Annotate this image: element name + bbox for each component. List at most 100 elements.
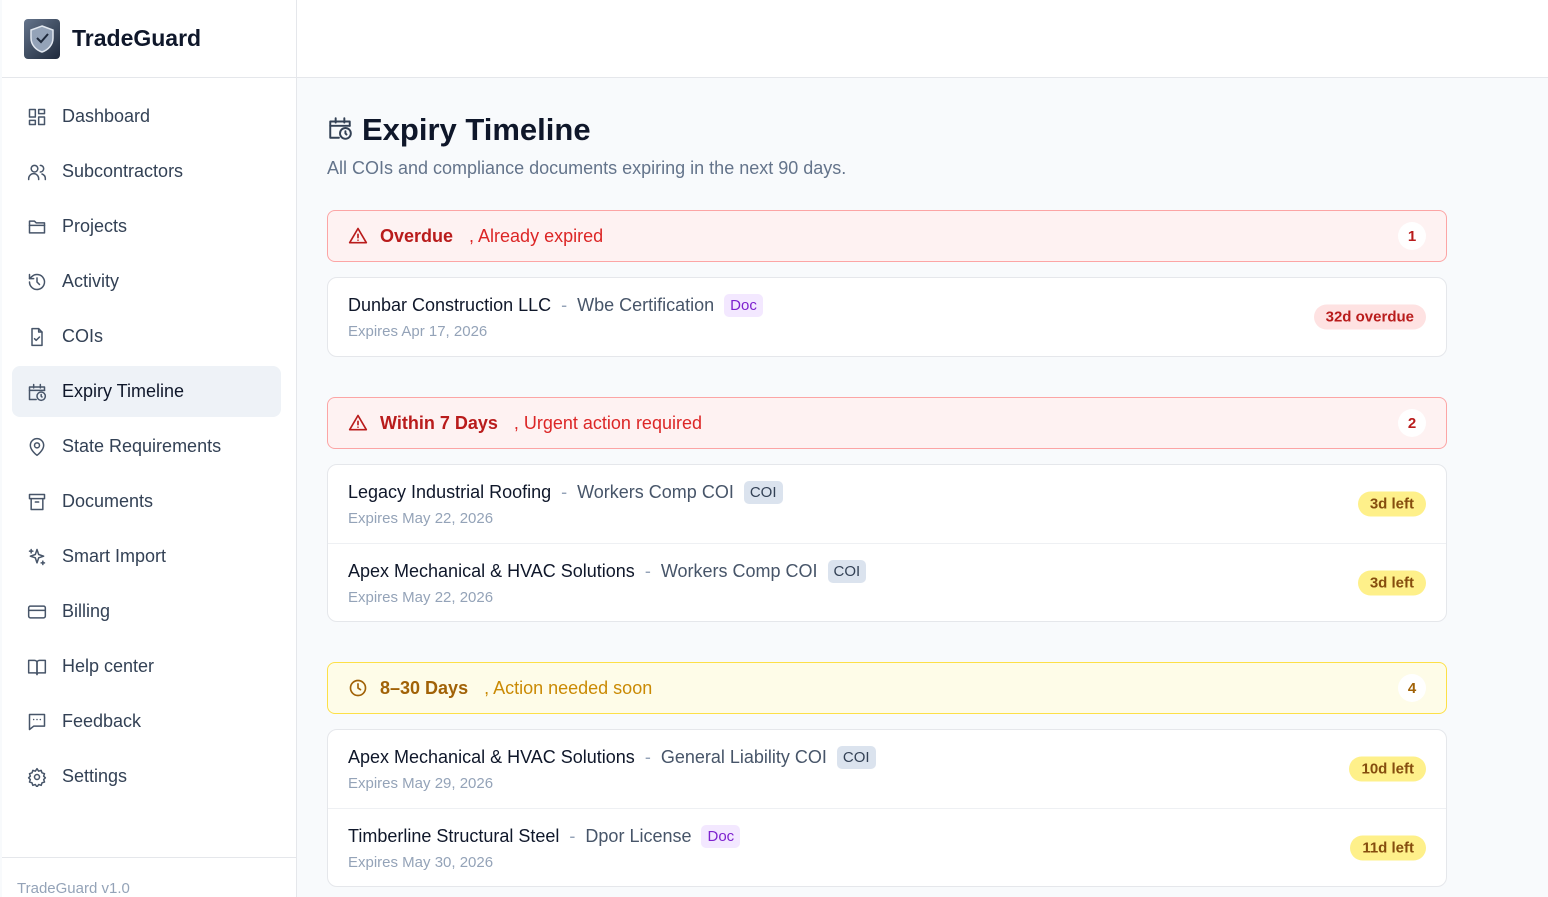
expiry-date: Expires May 22, 2026: [348, 510, 494, 527]
sidebar-item-projects[interactable]: Projects: [12, 201, 281, 252]
group-subtitle: , Action needed soon: [484, 677, 653, 698]
sidebar-item-label: Expiry Timeline: [62, 381, 185, 401]
expiry-date: Expires May 30, 2026: [348, 854, 494, 871]
group-card: Apex Mechanical & HVAC Solutions - Gener…: [327, 729, 1447, 887]
sidebar-item-documents[interactable]: Documents: [12, 476, 281, 527]
type-badge: COI: [743, 481, 783, 504]
sidebar-item-label: Subcontractors: [62, 161, 184, 181]
sidebar-item-label: Settings: [62, 766, 128, 786]
expiry-date: Expires Apr 17, 2026: [348, 323, 488, 340]
sidebar-item-dashboard[interactable]: Dashboard: [12, 91, 281, 142]
group-within-7-days: Within 7 Days , Urgent action required 2…: [327, 397, 1447, 622]
type-badge: COI: [836, 746, 876, 769]
list-item[interactable]: Legacy Industrial Roofing - Workers Comp…: [328, 465, 1446, 543]
sidebar-item-label: Dashboard: [62, 106, 151, 126]
sidebar-item-smart-import[interactable]: Smart Import: [12, 531, 281, 582]
sidebar-item-label: Feedback: [62, 711, 142, 731]
group-8-30-days: 8–30 Days , Action needed soon 4 Apex Me…: [327, 662, 1447, 887]
list-item[interactable]: Timberline Structural Steel - Dpor Licen…: [328, 808, 1446, 886]
group-header[interactable]: Within 7 Days , Urgent action required 2: [327, 397, 1447, 449]
subcontractor-name: Dunbar Construction LLC: [348, 295, 552, 315]
group-overdue: Overdue , Already expired 1 Dunbar Const…: [327, 210, 1447, 357]
sidebar-item-help-center[interactable]: Help center: [12, 641, 281, 692]
group-count: 2: [1398, 409, 1426, 437]
group-header[interactable]: 8–30 Days , Action needed soon 4: [327, 662, 1447, 714]
brand-name: TradeGuard: [72, 25, 202, 51]
group-subtitle: , Urgent action required: [513, 412, 702, 433]
group-card: Legacy Industrial Roofing - Workers Comp…: [327, 464, 1447, 622]
separator: -: [569, 826, 576, 846]
expiry-date: Expires May 29, 2026: [348, 775, 494, 792]
sidebar-item-expiry-timeline[interactable]: Expiry Timeline: [12, 366, 281, 417]
app-version: TradeGuard v1.0: [2, 857, 296, 897]
subcontractor-name: Apex Mechanical & HVAC Solutions: [348, 561, 635, 581]
group-card: Dunbar Construction LLC - Wbe Certificat…: [327, 277, 1447, 357]
document-name: Wbe Certification: [577, 295, 715, 315]
separator: -: [561, 295, 568, 315]
page-title: Expiry Timeline: [362, 112, 591, 147]
message-icon: [26, 711, 48, 733]
list-item[interactable]: Apex Mechanical & HVAC Solutions - Worke…: [328, 543, 1446, 621]
type-badge: Doc: [701, 825, 741, 848]
users-icon: [26, 161, 48, 183]
brand[interactable]: TradeGuard: [2, 0, 296, 78]
book-icon: [26, 656, 48, 678]
expiry-date: Expires May 22, 2026: [348, 589, 494, 606]
status-badge: 3d left: [1357, 570, 1426, 595]
sidebar-item-label: Documents: [62, 491, 154, 511]
document-name: Workers Comp COI: [577, 482, 734, 502]
sidebar-item-label: Smart Import: [62, 546, 167, 566]
group-subtitle: , Already expired: [469, 225, 604, 246]
page-subtitle: All COIs and compliance documents expiri…: [327, 158, 847, 178]
document-name: Dpor License: [585, 826, 692, 846]
credit-card-icon: [26, 601, 48, 623]
clock-icon: [348, 677, 370, 699]
sidebar-item-feedback[interactable]: Feedback: [12, 696, 281, 747]
gear-icon: [26, 766, 48, 788]
list-item[interactable]: Apex Mechanical & HVAC Solutions - Gener…: [328, 730, 1446, 808]
sidebar-item-label: Activity: [62, 271, 120, 291]
sidebar-item-state-requirements[interactable]: State Requirements: [12, 421, 281, 472]
sparkles-icon: [26, 546, 48, 568]
history-icon: [26, 271, 48, 293]
sidebar-item-activity[interactable]: Activity: [12, 256, 281, 307]
status-badge: 32d overdue: [1313, 304, 1426, 330]
separator: -: [644, 561, 651, 581]
separator: -: [644, 747, 651, 767]
type-badge: COI: [827, 560, 867, 583]
file-check-icon: [26, 326, 48, 348]
document-name: Workers Comp COI: [660, 561, 818, 581]
sidebar-item-label: Billing: [62, 601, 111, 621]
list-item[interactable]: Dunbar Construction LLC - Wbe Certificat…: [328, 278, 1446, 356]
calendar-clock-icon: [327, 115, 353, 146]
top-bar: [297, 0, 1548, 78]
sidebar-item-cois[interactable]: COIs: [12, 311, 281, 362]
group-count: 1: [1398, 222, 1426, 250]
folder-icon: [26, 216, 48, 238]
alert-triangle-icon: [348, 412, 370, 434]
dashboard-icon: [26, 106, 48, 128]
sidebar-item-label: COIs: [62, 326, 104, 346]
separator: -: [561, 482, 568, 502]
sidebar-item-subcontractors[interactable]: Subcontractors: [12, 146, 281, 197]
group-title: Overdue: [380, 225, 454, 246]
sidebar-item-settings[interactable]: Settings: [12, 751, 281, 802]
group-title: 8–30 Days: [380, 677, 469, 698]
page-header: Expiry Timeline: [327, 112, 1447, 148]
logo-shield-icon: [24, 18, 60, 59]
group-count: 4: [1398, 674, 1426, 702]
type-badge: Doc: [724, 294, 763, 317]
sidebar-item-billing[interactable]: Billing: [12, 586, 281, 637]
main-content: Expiry Timeline All COIs and compliance …: [327, 78, 1447, 887]
alert-triangle-icon: [348, 225, 370, 247]
map-pin-icon: [26, 436, 48, 458]
group-header[interactable]: Overdue , Already expired 1: [327, 210, 1447, 262]
group-title: Within 7 Days: [380, 412, 498, 433]
status-badge: 11d left: [1350, 835, 1426, 860]
document-name: General Liability COI: [660, 747, 827, 767]
subcontractor-name: Timberline Structural Steel: [348, 826, 560, 846]
status-badge: 3d left: [1357, 491, 1426, 517]
subcontractor-name: Legacy Industrial Roofing: [348, 482, 552, 502]
sidebar-item-label: Projects: [62, 216, 128, 236]
sidebar-nav: Dashboard Subcontractors Projects Activi…: [2, 78, 296, 802]
